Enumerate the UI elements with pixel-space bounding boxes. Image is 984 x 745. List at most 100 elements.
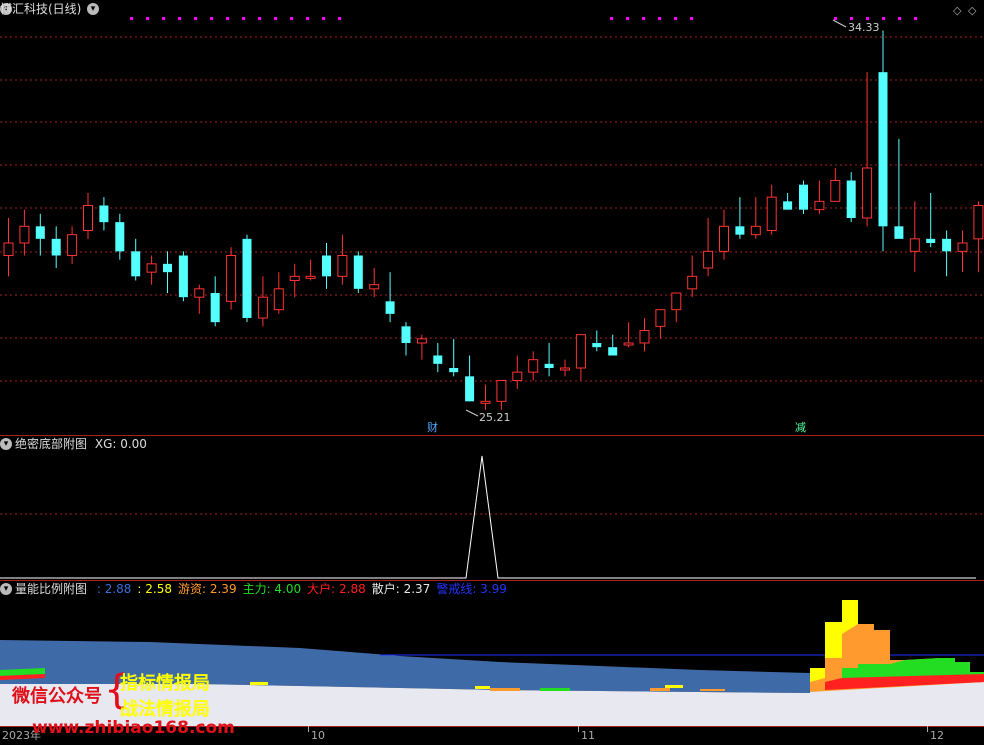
candle[interactable] bbox=[3, 218, 14, 277]
candle[interactable] bbox=[194, 284, 205, 314]
candle-body bbox=[703, 250, 714, 269]
candle[interactable] bbox=[210, 276, 220, 327]
candle[interactable] bbox=[369, 268, 380, 298]
candle[interactable] bbox=[305, 259, 316, 281]
candle[interactable] bbox=[131, 238, 141, 281]
candle[interactable] bbox=[480, 384, 491, 410]
marker-jian: 减 bbox=[795, 421, 806, 434]
candle[interactable] bbox=[592, 330, 602, 352]
candle[interactable] bbox=[623, 322, 634, 348]
candle[interactable] bbox=[878, 30, 888, 252]
candle[interactable] bbox=[289, 263, 300, 298]
legend-entry: 散户: 2.37 bbox=[371, 582, 431, 596]
candle[interactable] bbox=[973, 201, 984, 273]
candle[interactable] bbox=[671, 292, 682, 323]
candle-body bbox=[639, 330, 650, 344]
blip bbox=[540, 688, 570, 691]
candle[interactable] bbox=[353, 251, 363, 293]
candle[interactable] bbox=[449, 338, 459, 377]
legend-entry: : 2.58 bbox=[137, 582, 172, 596]
candle[interactable] bbox=[242, 234, 252, 323]
signal-dot bbox=[178, 17, 181, 20]
candle[interactable] bbox=[862, 72, 873, 227]
candle[interactable] bbox=[830, 168, 841, 202]
candle[interactable] bbox=[846, 172, 856, 223]
candle[interactable] bbox=[735, 197, 745, 239]
candle[interactable] bbox=[512, 355, 523, 389]
candle[interactable] bbox=[687, 255, 698, 298]
candle-body bbox=[163, 263, 172, 273]
candle[interactable] bbox=[639, 318, 650, 352]
candle[interactable] bbox=[178, 251, 188, 302]
volume-legend: : 2.88: 2.58 游资: 2.39 主力: 4.00 大户: 2.88 散户: … bbox=[91, 582, 507, 596]
candle[interactable] bbox=[226, 247, 237, 310]
candle[interactable] bbox=[19, 209, 30, 256]
candle-body bbox=[528, 359, 539, 373]
xg-indicator-chart[interactable] bbox=[0, 436, 984, 581]
signal-dot bbox=[242, 17, 245, 20]
candle-body bbox=[878, 72, 888, 227]
candle-body bbox=[99, 205, 109, 223]
candle-body bbox=[19, 225, 30, 244]
candle[interactable] bbox=[51, 226, 61, 268]
candle[interactable] bbox=[750, 197, 761, 239]
candle-body bbox=[480, 400, 491, 404]
signal-dot bbox=[642, 17, 645, 20]
candle[interactable] bbox=[416, 334, 427, 360]
candlestick-chart[interactable]: 34.33 25.21 财 减 bbox=[0, 0, 984, 436]
candle[interactable] bbox=[814, 180, 825, 214]
candle-body bbox=[416, 338, 427, 344]
signal-dot bbox=[866, 17, 869, 20]
main-grid-lines bbox=[0, 36, 984, 382]
candle-body bbox=[687, 275, 698, 290]
candle-body bbox=[799, 184, 808, 210]
candle[interactable] bbox=[957, 230, 968, 273]
candle[interactable] bbox=[433, 343, 443, 373]
signal-dot bbox=[194, 17, 197, 20]
candle[interactable] bbox=[560, 359, 570, 377]
candle[interactable] bbox=[322, 243, 331, 289]
candle[interactable] bbox=[146, 255, 157, 285]
candle-body bbox=[973, 205, 984, 240]
signal-dot bbox=[322, 17, 325, 20]
candle[interactable] bbox=[766, 184, 777, 235]
volume-panel-title: 量能比例附图 bbox=[15, 582, 88, 596]
candle[interactable] bbox=[894, 138, 904, 239]
candle[interactable] bbox=[465, 355, 475, 402]
candle[interactable] bbox=[496, 380, 507, 410]
candle[interactable] bbox=[655, 309, 666, 339]
candle[interactable] bbox=[544, 343, 554, 377]
candle-body bbox=[830, 180, 841, 202]
candle[interactable] bbox=[528, 351, 539, 381]
signal-dot bbox=[610, 17, 613, 20]
candle-body bbox=[210, 293, 220, 323]
candle[interactable] bbox=[799, 180, 808, 214]
candle[interactable] bbox=[35, 213, 45, 256]
candle[interactable] bbox=[942, 230, 952, 277]
candle[interactable] bbox=[337, 234, 348, 285]
candle[interactable] bbox=[401, 322, 411, 356]
candle[interactable] bbox=[163, 251, 172, 293]
candle[interactable] bbox=[83, 193, 93, 239]
candle[interactable] bbox=[783, 193, 793, 210]
candle[interactable] bbox=[385, 272, 395, 323]
candle[interactable] bbox=[926, 193, 936, 248]
candle[interactable] bbox=[257, 276, 268, 327]
candle[interactable] bbox=[703, 218, 714, 277]
candle[interactable] bbox=[575, 334, 586, 381]
signal-dot bbox=[882, 17, 885, 20]
candle-body bbox=[465, 376, 475, 402]
x-axis-month-12: 12 bbox=[930, 729, 944, 742]
blip bbox=[475, 686, 490, 689]
watermark-wechat: 微信公众号 bbox=[12, 686, 102, 707]
candle[interactable] bbox=[99, 197, 109, 231]
watermark-site: www.zhibiao168.com bbox=[32, 718, 235, 738]
signal-dot bbox=[674, 17, 677, 20]
candle[interactable] bbox=[115, 213, 125, 260]
blip bbox=[650, 688, 670, 691]
candle[interactable] bbox=[909, 201, 920, 273]
candle[interactable] bbox=[273, 272, 284, 314]
volume-panel-chevron-icon[interactable]: ▾ bbox=[0, 583, 12, 595]
marker-cai: 财 bbox=[427, 420, 438, 434]
candle[interactable] bbox=[67, 226, 78, 264]
